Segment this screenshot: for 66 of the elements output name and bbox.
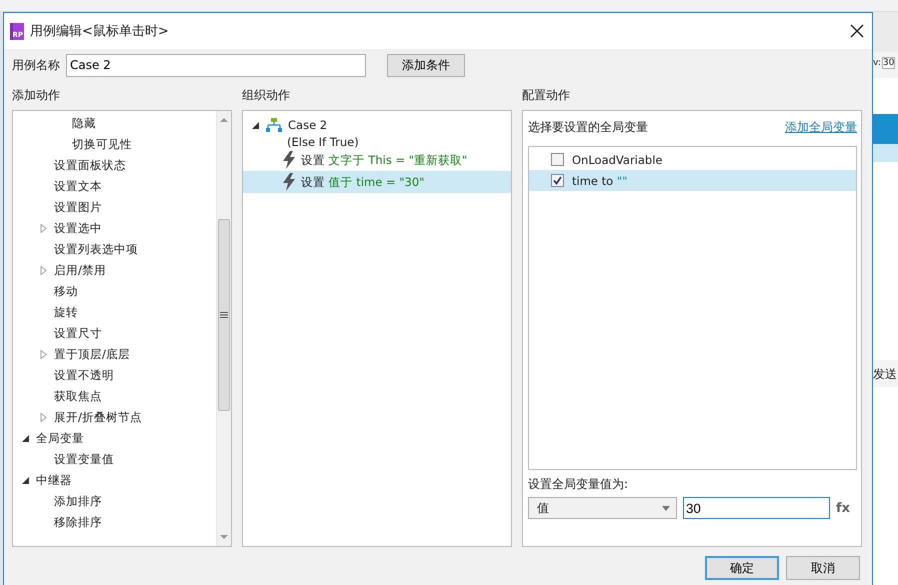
action-text: 设置 文字于 This = "重新获取" <box>301 152 468 168</box>
tree-item[interactable]: 全局变量 <box>36 431 84 446</box>
expanded-icon[interactable] <box>21 476 30 485</box>
dialog-button[interactable]: 确定 <box>705 556 779 580</box>
add-condition-button[interactable]: 添加条件 <box>387 54 465 76</box>
tree-item[interactable]: 添加排序 <box>54 494 102 509</box>
action-text: 设置 值于 time = "30" <box>301 174 424 190</box>
action-row[interactable]: 设置 文字于 This = "重新获取" <box>243 149 511 171</box>
tree-item[interactable]: 设置文本 <box>54 179 102 194</box>
tree-item[interactable]: 展开/折叠树节点 <box>54 410 142 425</box>
collapsed-icon[interactable] <box>39 350 48 359</box>
action-row[interactable]: 设置 值于 time = "30" <box>243 171 511 193</box>
tree-item[interactable]: 移动 <box>54 284 78 299</box>
window-title: 用例编辑<鼠标单击时> <box>30 23 170 40</box>
checkbox[interactable] <box>551 174 564 187</box>
variable-name: OnLoadVariable <box>572 152 662 166</box>
field-label: 设置全局变量值为: <box>528 476 630 492</box>
tree-item[interactable]: 设置列表选中项 <box>54 242 138 257</box>
section-label: 选择要设置的全局变量 <box>528 119 648 136</box>
value-type-dropdown[interactable]: 值 <box>528 497 677 519</box>
tree-item[interactable]: 中继器 <box>36 473 72 488</box>
tree-item[interactable]: 设置选中 <box>54 221 102 236</box>
checkbox[interactable] <box>551 153 564 166</box>
tree-item[interactable]: 设置面板状态 <box>54 158 126 173</box>
scrollbar-thumb[interactable] <box>218 219 230 411</box>
hierarchy-icon <box>266 118 282 132</box>
case-condition: (Else If True) <box>286 135 360 149</box>
section-title: 添加动作 <box>12 87 61 104</box>
collapsed-icon[interactable] <box>39 266 48 275</box>
variable-name: time to "" <box>572 174 628 188</box>
tree-item[interactable]: 启用/禁用 <box>54 263 106 278</box>
tree-item[interactable]: 移除排序 <box>54 515 102 530</box>
lightning-icon <box>283 151 295 169</box>
case-name-field[interactable]: Case 2 <box>66 54 366 76</box>
selected-row <box>873 144 898 162</box>
lightning-icon <box>283 173 295 191</box>
collapsed-icon[interactable] <box>39 413 48 422</box>
function-button[interactable]: fx <box>836 500 850 516</box>
field-label: 用例名称 <box>12 56 60 74</box>
tree-item[interactable]: 旋转 <box>54 305 78 320</box>
tree-item[interactable]: 设置图片 <box>54 200 102 215</box>
tree-item[interactable]: 设置尺寸 <box>54 326 102 341</box>
tree-item[interactable]: 切换可见性 <box>72 137 132 152</box>
tree-item[interactable]: 设置变量值 <box>54 452 114 467</box>
expanded-icon[interactable] <box>251 120 260 130</box>
tree-item[interactable]: 置于顶层/底层 <box>54 347 130 362</box>
caret-icon <box>662 506 670 510</box>
expanded-icon[interactable] <box>21 434 30 443</box>
variable-row[interactable]: time to "" <box>529 170 856 191</box>
close-icon[interactable] <box>850 24 864 38</box>
scroll-up-icon[interactable] <box>220 117 228 123</box>
add-variable-link[interactable]: 添加全局变量 <box>785 119 857 136</box>
tree-item[interactable]: 设置不透明 <box>54 368 114 383</box>
number-field[interactable]: 30 <box>882 57 896 69</box>
grip-icon <box>220 312 228 318</box>
tree-item[interactable]: 获取焦点 <box>54 389 102 404</box>
section-title: 组织动作 <box>242 87 291 104</box>
dialog-button[interactable]: 取消 <box>786 556 860 580</box>
variable-row[interactable]: OnLoadVariable <box>529 149 856 170</box>
tree-item[interactable]: 隐藏 <box>72 116 96 131</box>
field-label: v: <box>873 58 881 68</box>
value-field[interactable]: 30 <box>683 497 830 519</box>
collapsed-icon[interactable] <box>39 224 48 233</box>
section-title: 配置动作 <box>522 87 571 104</box>
scroll-down-icon[interactable] <box>220 534 228 540</box>
case-name[interactable]: Case 2 <box>288 118 328 132</box>
